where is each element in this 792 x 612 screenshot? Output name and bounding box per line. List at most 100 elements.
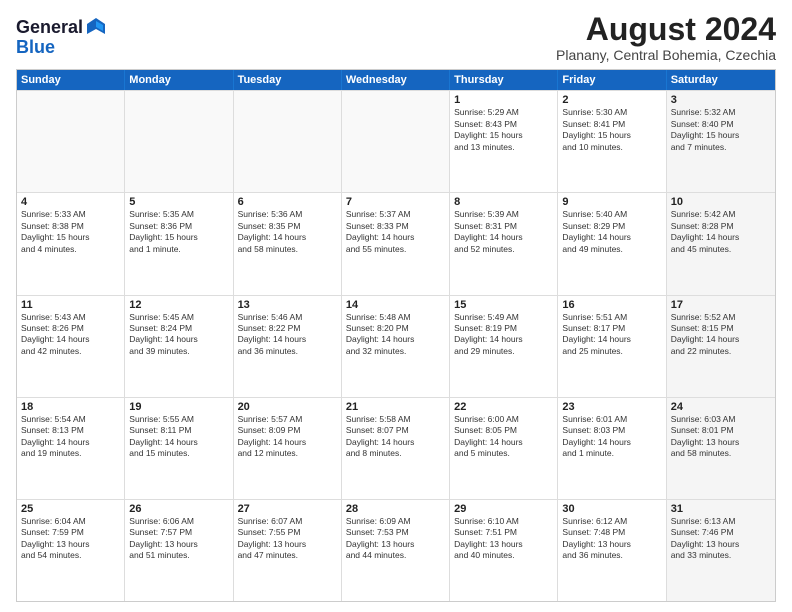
daylight-minutes-text: and 10 minutes. [562,142,661,153]
daylight-minutes-text: and 39 minutes. [129,346,228,357]
daylight-minutes-text: and 19 minutes. [21,448,120,459]
sunset-text: Sunset: 7:48 PM [562,527,661,538]
sunset-text: Sunset: 8:41 PM [562,119,661,130]
sunrise-text: Sunrise: 5:46 AM [238,312,337,323]
logo: General Blue [16,16,107,56]
daylight-hours-text: Daylight: 14 hours [454,334,553,345]
daylight-minutes-text: and 22 minutes. [671,346,771,357]
month-year-heading: August 2024 [556,12,776,47]
day-number: 10 [671,196,771,208]
daylight-minutes-text: and 25 minutes. [562,346,661,357]
day-cell-9: 9Sunrise: 5:40 AMSunset: 8:29 PMDaylight… [558,193,666,294]
day-cell-4: 4Sunrise: 5:33 AMSunset: 8:38 PMDaylight… [17,193,125,294]
daylight-hours-text: Daylight: 15 hours [129,232,228,243]
weekday-header-friday: Friday [558,70,666,90]
page: General Blue August 2024 Planany, Centra… [0,0,792,612]
daylight-minutes-text: and 42 minutes. [21,346,120,357]
daylight-minutes-text: and 7 minutes. [671,142,771,153]
daylight-hours-text: Daylight: 14 hours [454,232,553,243]
daylight-minutes-text: and 12 minutes. [238,448,337,459]
day-cell-18: 18Sunrise: 5:54 AMSunset: 8:13 PMDayligh… [17,398,125,499]
sunset-text: Sunset: 8:31 PM [454,221,553,232]
sunrise-text: Sunrise: 5:30 AM [562,107,661,118]
sunrise-text: Sunrise: 5:52 AM [671,312,771,323]
sunrise-text: Sunrise: 5:55 AM [129,414,228,425]
day-number: 11 [21,299,120,311]
day-cell-8: 8Sunrise: 5:39 AMSunset: 8:31 PMDaylight… [450,193,558,294]
day-number: 27 [238,503,337,515]
day-number: 5 [129,196,228,208]
sunset-text: Sunset: 8:33 PM [346,221,445,232]
day-number: 1 [454,94,553,106]
weekday-header-monday: Monday [125,70,233,90]
daylight-hours-text: Daylight: 14 hours [454,437,553,448]
sunrise-text: Sunrise: 5:51 AM [562,312,661,323]
logo-general-text: General [16,18,83,36]
daylight-minutes-text: and 15 minutes. [129,448,228,459]
day-cell-17: 17Sunrise: 5:52 AMSunset: 8:15 PMDayligh… [667,296,775,397]
day-cell-7: 7Sunrise: 5:37 AMSunset: 8:33 PMDaylight… [342,193,450,294]
day-number: 13 [238,299,337,311]
sunset-text: Sunset: 8:35 PM [238,221,337,232]
day-number: 12 [129,299,228,311]
daylight-minutes-text: and 13 minutes. [454,142,553,153]
sunset-text: Sunset: 7:57 PM [129,527,228,538]
day-number: 31 [671,503,771,515]
day-cell-2: 2Sunrise: 5:30 AMSunset: 8:41 PMDaylight… [558,91,666,192]
daylight-minutes-text: and 51 minutes. [129,550,228,561]
sunrise-text: Sunrise: 5:43 AM [21,312,120,323]
day-number: 4 [21,196,120,208]
day-cell-13: 13Sunrise: 5:46 AMSunset: 8:22 PMDayligh… [234,296,342,397]
daylight-minutes-text: and 1 minute. [562,448,661,459]
sunrise-text: Sunrise: 5:40 AM [562,209,661,220]
daylight-minutes-text: and 36 minutes. [562,550,661,561]
daylight-hours-text: Daylight: 14 hours [21,334,120,345]
sunset-text: Sunset: 8:43 PM [454,119,553,130]
sunrise-text: Sunrise: 6:10 AM [454,516,553,527]
sunrise-text: Sunrise: 5:54 AM [21,414,120,425]
calendar-row-4: 25Sunrise: 6:04 AMSunset: 7:59 PMDayligh… [17,499,775,601]
daylight-hours-text: Daylight: 14 hours [129,437,228,448]
day-cell-27: 27Sunrise: 6:07 AMSunset: 7:55 PMDayligh… [234,500,342,601]
sunset-text: Sunset: 8:05 PM [454,425,553,436]
daylight-hours-text: Daylight: 13 hours [454,539,553,550]
day-cell-20: 20Sunrise: 5:57 AMSunset: 8:09 PMDayligh… [234,398,342,499]
sunset-text: Sunset: 8:17 PM [562,323,661,334]
daylight-minutes-text: and 52 minutes. [454,244,553,255]
day-number: 23 [562,401,661,413]
daylight-minutes-text: and 33 minutes. [671,550,771,561]
daylight-minutes-text: and 45 minutes. [671,244,771,255]
empty-cell [342,91,450,192]
daylight-hours-text: Daylight: 14 hours [346,437,445,448]
calendar-body: 1Sunrise: 5:29 AMSunset: 8:43 PM Daylight… [17,90,775,601]
daylight-hours-text: Daylight: 14 hours [346,334,445,345]
calendar-header: SundayMondayTuesdayWednesdayThursdayFrid… [17,70,775,90]
daylight-minutes-text: and 58 minutes. [238,244,337,255]
sunrise-text: Sunrise: 5:32 AM [671,107,771,118]
logo-blue-text: Blue [16,38,107,56]
daylight-minutes-text: and 36 minutes. [238,346,337,357]
day-cell-16: 16Sunrise: 5:51 AMSunset: 8:17 PMDayligh… [558,296,666,397]
sunset-text: Sunset: 8:22 PM [238,323,337,334]
sunrise-text: Sunrise: 5:39 AM [454,209,553,220]
sunrise-text: Sunrise: 6:00 AM [454,414,553,425]
day-number: 9 [562,196,661,208]
daylight-hours-text: Daylight: 14 hours [21,437,120,448]
daylight-minutes-text: and 8 minutes. [346,448,445,459]
sunset-text: Sunset: 8:24 PM [129,323,228,334]
day-cell-30: 30Sunrise: 6:12 AMSunset: 7:48 PMDayligh… [558,500,666,601]
daylight-hours-text: Daylight: 13 hours [238,539,337,550]
sunrise-text: Sunrise: 6:12 AM [562,516,661,527]
day-number: 21 [346,401,445,413]
day-number: 29 [454,503,553,515]
daylight-hours-text: Daylight: 14 hours [562,437,661,448]
daylight-hours-text: Daylight: 15 hours [671,130,771,141]
sunset-text: Sunset: 8:38 PM [21,221,120,232]
sunset-text: Sunset: 8:01 PM [671,425,771,436]
daylight-minutes-text: and 47 minutes. [238,550,337,561]
day-number: 15 [454,299,553,311]
calendar-row-1: 4Sunrise: 5:33 AMSunset: 8:38 PMDaylight… [17,192,775,294]
day-cell-19: 19Sunrise: 5:55 AMSunset: 8:11 PMDayligh… [125,398,233,499]
weekday-header-tuesday: Tuesday [234,70,342,90]
sunrise-text: Sunrise: 5:29 AM [454,107,553,118]
